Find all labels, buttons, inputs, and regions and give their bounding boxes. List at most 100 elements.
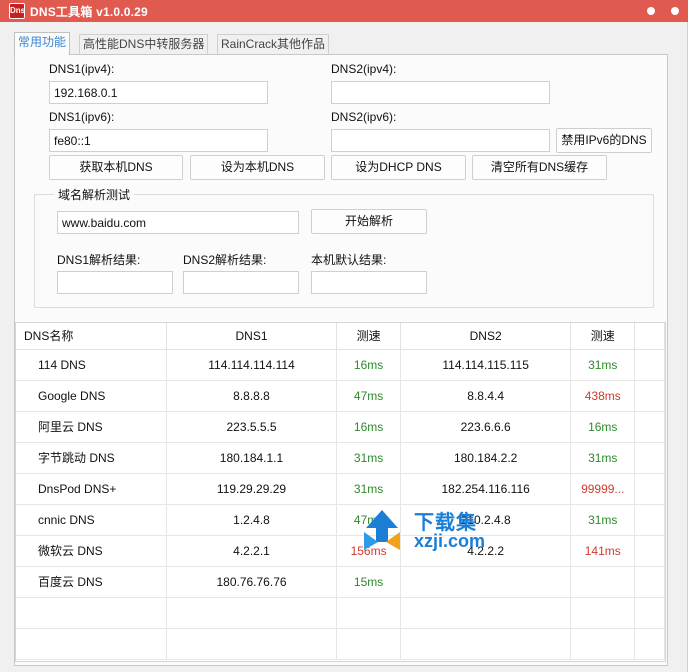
- dns2-ipv4-input[interactable]: [331, 81, 550, 104]
- dns2-ipv4-label: DNS2(ipv4):: [331, 62, 397, 76]
- table-row[interactable]: DnsPod DNS+ 119.29.29.29 31ms 182.254.116.1…: [16, 473, 665, 505]
- empty-cell: [336, 597, 401, 629]
- dns-name-cell: 阿里云 DNS: [16, 411, 167, 443]
- column-header-speed2[interactable]: 测速: [570, 323, 636, 350]
- set-local-dns-button[interactable]: 设为本机DNS: [190, 155, 325, 180]
- speed1-cell: 47ms: [336, 380, 401, 412]
- speed1-cell: 16ms: [336, 411, 401, 443]
- title-bar[interactable]: Dns DNS工具箱 v1.0.0.29: [0, 0, 688, 22]
- watermark-logo-icon: [364, 510, 400, 550]
- empty-cell: [570, 628, 636, 660]
- filler-cell: [634, 504, 665, 536]
- table-row[interactable]: 字节跳动 DNS 180.184.1.1 31ms 180.184.2.2 31ms: [16, 442, 665, 474]
- dns1-ipv6-label: DNS1(ipv6):: [49, 110, 115, 124]
- minimize-button[interactable]: [647, 7, 655, 15]
- dns2-cell: 182.254.116.116: [400, 473, 572, 505]
- empty-cell: [400, 628, 572, 660]
- get-local-dns-button[interactable]: 获取本机DNS: [49, 155, 183, 180]
- local-result-field[interactable]: [311, 271, 427, 294]
- dns2-ipv6-input[interactable]: [331, 129, 550, 152]
- empty-cell: [16, 597, 167, 629]
- speed1-cell: 15ms: [336, 566, 401, 598]
- table-row-empty[interactable]: [16, 597, 665, 629]
- speed2-cell: 141ms: [570, 535, 636, 567]
- column-header-speed1[interactable]: 测速: [336, 323, 401, 350]
- table-row[interactable]: 微软云 DNS 4.2.2.1 156ms 4.2.2.2 141ms: [16, 535, 665, 567]
- filler-cell: [634, 442, 665, 474]
- tab-common-functions[interactable]: 常用功能: [14, 32, 71, 55]
- dns1-cell: 180.76.76.76: [166, 566, 338, 598]
- column-header-dns-name[interactable]: DNS名称: [16, 323, 167, 350]
- close-button[interactable]: [671, 7, 679, 15]
- dns1-ipv4-input[interactable]: [49, 81, 268, 104]
- dns2-result-label: DNS2解析结果:: [183, 253, 267, 267]
- tab-raincrack-works[interactable]: RainCrack其他作品: [217, 34, 330, 54]
- dns2-cell: 180.184.2.2: [400, 442, 572, 474]
- dns1-cell: 4.2.2.1: [166, 535, 338, 567]
- dns1-cell: 8.8.8.8: [166, 380, 338, 412]
- dns1-result-label: DNS1解析结果:: [57, 253, 141, 267]
- table-row[interactable]: cnnic DNS 1.2.4.8 47ms 210.2.4.8 31ms: [16, 504, 665, 536]
- dns1-cell: 223.5.5.5: [166, 411, 338, 443]
- tab-dns-relay-server[interactable]: 高性能DNS中转服务器: [79, 34, 209, 54]
- filler-cell: [634, 566, 665, 598]
- dns-name-cell: 微软云 DNS: [16, 535, 167, 567]
- dns1-cell: 1.2.4.8: [166, 504, 338, 536]
- speed1-cell: 16ms: [336, 349, 401, 381]
- dns1-cell: 119.29.29.29: [166, 473, 338, 505]
- dns1-cell: 114.114.114.114: [166, 349, 338, 381]
- speed2-cell: 16ms: [570, 411, 636, 443]
- dns1-ipv4-label: DNS1(ipv4):: [49, 62, 115, 76]
- speed1-cell: 31ms: [336, 442, 401, 474]
- filler-cell: [634, 411, 665, 443]
- dns1-cell: 180.184.1.1: [166, 442, 338, 474]
- start-resolve-button[interactable]: 开始解析: [311, 209, 427, 234]
- dns-name-cell: cnnic DNS: [16, 504, 167, 536]
- table-row[interactable]: 114 DNS 114.114.114.114 16ms 114.114.115.11…: [16, 349, 665, 381]
- dns2-ipv6-label: DNS2(ipv6):: [331, 110, 397, 124]
- dns-name-cell: Google DNS: [16, 380, 167, 412]
- empty-cell: [634, 597, 665, 629]
- empty-cell: [336, 628, 401, 660]
- column-header-dns1[interactable]: DNS1: [166, 323, 338, 350]
- table-row[interactable]: 阿里云 DNS 223.5.5.5 16ms 223.6.6.6 16ms: [16, 411, 665, 443]
- dns2-cell: 8.8.4.4: [400, 380, 572, 412]
- table-row-empty[interactable]: [16, 628, 665, 660]
- table-row[interactable]: 百度云 DNS 180.76.76.76 15ms: [16, 566, 665, 598]
- dns2-result-field[interactable]: [183, 271, 299, 294]
- dns1-ipv6-input[interactable]: [49, 129, 268, 152]
- window-client: 常用功能 高性能DNS中转服务器 RainCrack其他作品 DNS1(ipv4…: [0, 22, 688, 672]
- speed2-cell: 438ms: [570, 380, 636, 412]
- dns-name-cell: 114 DNS: [16, 349, 167, 381]
- filler-cell: [634, 380, 665, 412]
- dns-name-cell: 百度云 DNS: [16, 566, 167, 598]
- domain-input[interactable]: [57, 211, 299, 234]
- disable-ipv6-dns-button[interactable]: 禁用IPv6的DNS: [556, 128, 652, 153]
- watermark-en-text: xzji.com: [414, 531, 486, 551]
- table-row[interactable]: Google DNS 8.8.8.8 47ms 8.8.4.4 438ms: [16, 380, 665, 412]
- speed2-cell: [570, 566, 636, 598]
- dns2-cell: 114.114.115.115: [400, 349, 572, 381]
- empty-cell: [570, 597, 636, 629]
- speed2-cell: 31ms: [570, 442, 636, 474]
- dns2-cell: [400, 566, 572, 598]
- column-header-dns2[interactable]: DNS2: [400, 323, 572, 350]
- empty-cell: [166, 628, 338, 660]
- speed2-cell: 31ms: [570, 349, 636, 381]
- filler-cell: [634, 473, 665, 505]
- speed1-cell: 31ms: [336, 473, 401, 505]
- dns-table[interactable]: DNS名称 DNS1 测速 DNS2 测速 114 DNS 114.114.114…: [15, 322, 666, 662]
- dns-name-cell: 字节跳动 DNS: [16, 442, 167, 474]
- empty-cell: [16, 628, 167, 660]
- watermark: 下载集 xzji.com: [358, 506, 518, 554]
- column-header-filler: [634, 323, 665, 350]
- speed2-cell: 99999...: [570, 473, 636, 505]
- app-icon: Dns: [9, 3, 25, 19]
- dns2-cell: 223.6.6.6: [400, 411, 572, 443]
- filler-cell: [634, 535, 665, 567]
- window-title: DNS工具箱 v1.0.0.29: [30, 5, 148, 19]
- dns1-result-field[interactable]: [57, 271, 173, 294]
- dns-name-cell: DnsPod DNS+: [16, 473, 167, 505]
- clear-dns-cache-button[interactable]: 清空所有DNS缓存: [472, 155, 607, 180]
- set-dhcp-dns-button[interactable]: 设为DHCP DNS: [331, 155, 466, 180]
